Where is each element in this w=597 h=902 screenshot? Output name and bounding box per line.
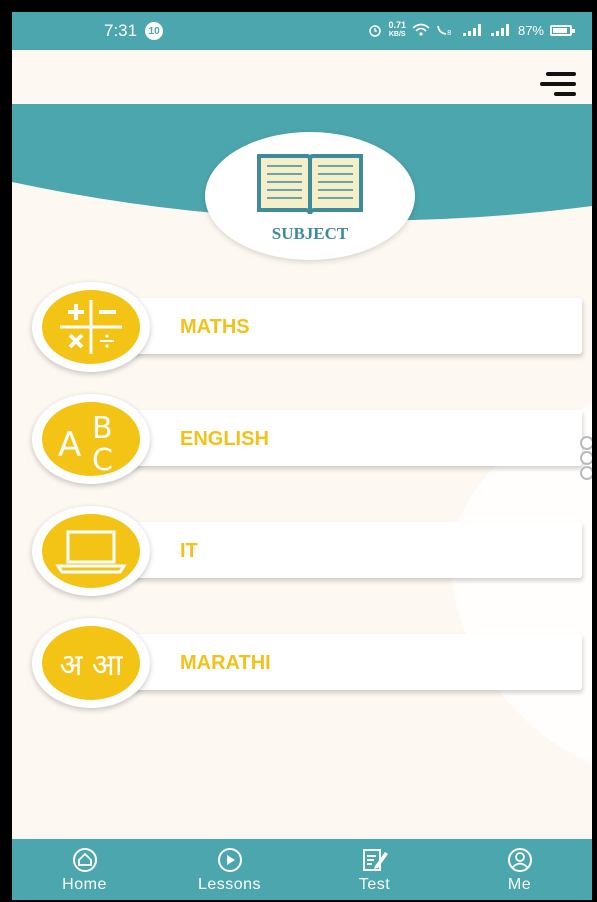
nav-lessons[interactable]: Lessons [170, 846, 290, 894]
app-header [12, 50, 592, 104]
abc-letters-icon: A B C [42, 402, 140, 478]
wifi-icon [412, 23, 430, 36]
hamburger-icon[interactable] [540, 72, 576, 98]
subject-item-english[interactable]: ENGLISH A B C [32, 394, 584, 484]
play-icon [217, 846, 243, 874]
network-speed-value: 0.71 [388, 20, 406, 30]
network-speed: 0.71 KB/S [388, 21, 406, 39]
status-right: 0.71 KB/S 8 87% [368, 21, 575, 39]
battery-percent: 87% [517, 22, 544, 38]
home-icon [72, 846, 98, 874]
subject-label: MATHS [180, 316, 250, 338]
signal-icon [462, 24, 481, 36]
status-bar: 7:31 10 0.71 KB/S 8 87% [12, 12, 592, 50]
devanagari-letters-text: अ आ [59, 647, 123, 683]
subject-icon-frame [32, 506, 150, 596]
subject-label: MARATHI [180, 652, 271, 674]
network-speed-unit: KB/S [388, 31, 406, 38]
subject-label: ENGLISH [180, 428, 269, 450]
app-screen: 7:31 10 0.71 KB/S 8 87% SUBJECT MATHS EN… [12, 12, 592, 900]
edit-document-icon [361, 846, 389, 874]
bottom-nav: Home Lessons Test Me [12, 839, 592, 900]
svg-text:B: B [92, 411, 113, 446]
nav-label: Test [358, 875, 391, 893]
subject-item-maths[interactable]: MATHS [32, 282, 584, 372]
notification-badge: 10 [145, 22, 164, 40]
nav-label: Home [62, 875, 107, 893]
subject-icon-frame [32, 282, 150, 372]
subject-label: IT [180, 540, 198, 562]
side-scroll-handle[interactable] [580, 436, 592, 481]
devanagari-letters-icon: अ आ [42, 626, 140, 700]
laptop-icon [42, 514, 140, 588]
volte-call-icon: 8 [437, 25, 451, 37]
nav-label: Me [507, 875, 532, 893]
nav-label: Lessons [197, 875, 262, 893]
nav-me[interactable]: Me [460, 846, 580, 894]
subject-icon-frame: A B C [32, 394, 150, 484]
subject-item-it[interactable]: IT [32, 506, 584, 596]
svg-text:A: A [58, 425, 81, 465]
math-operators-icon [42, 290, 140, 364]
svg-text:C: C [92, 443, 113, 476]
svg-text:8: 8 [447, 29, 451, 37]
battery-icon [550, 24, 575, 36]
user-icon [507, 846, 533, 874]
nav-test[interactable]: Test [315, 846, 435, 894]
subject-item-marathi[interactable]: MARATHI अ आ [32, 618, 584, 708]
signal-icon-2 [490, 24, 509, 36]
nav-home[interactable]: Home [25, 846, 145, 894]
clock: 7:31 [104, 21, 138, 40]
subject-header-badge: SUBJECT [205, 132, 415, 260]
status-left: 7:31 10 [104, 21, 164, 41]
alarm-icon [369, 25, 382, 37]
subject-icon-frame: अ आ [32, 618, 150, 708]
subject-title: SUBJECT [271, 224, 349, 243]
open-book-icon [257, 154, 363, 215]
